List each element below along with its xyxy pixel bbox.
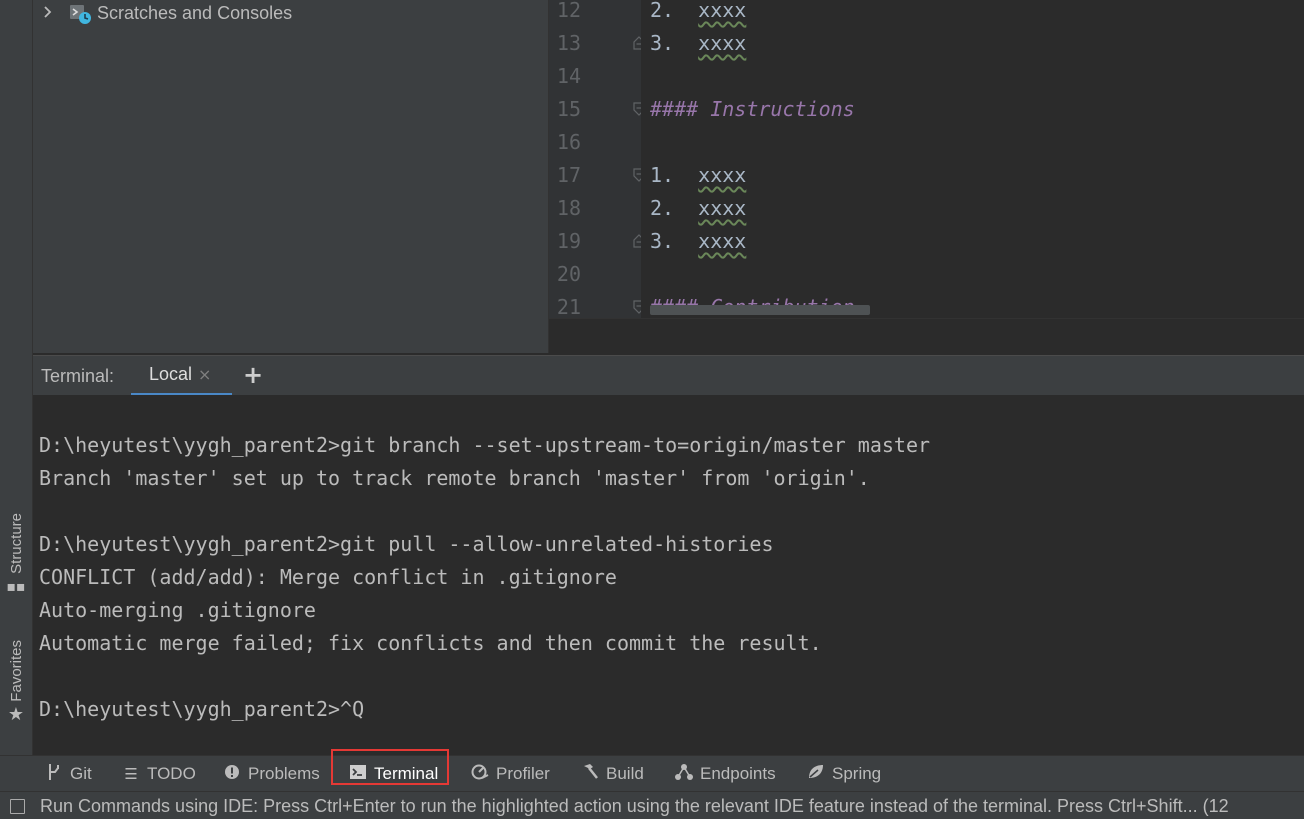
tool-window-label: Problems: [248, 764, 320, 783]
line-number: 14: [549, 60, 641, 93]
endpoints-icon: [674, 763, 694, 785]
add-terminal-tab-button[interactable]: +: [243, 356, 263, 396]
terminal-line: Branch 'master' set up to track remote b…: [39, 466, 870, 490]
profiler-icon: [470, 763, 490, 785]
line-number: 20: [549, 258, 641, 291]
window-toggle-icon[interactable]: [10, 798, 25, 814]
line-number: 15: [549, 93, 645, 126]
terminal-prompt-line: D:\heyutest\yygh_parent2>^Q: [39, 697, 365, 721]
tool-window-build[interactable]: Build: [580, 756, 644, 792]
line-number-text: 17: [556, 163, 581, 187]
terminal-tab-label: Local: [149, 364, 193, 384]
line-number: 13: [549, 27, 645, 60]
editor-right-margin: [1209, 0, 1304, 318]
tool-window-bar: Git ☰ TODO Problems Terminal Profiler Bu…: [0, 755, 1304, 792]
favorites-tab-label: Favorites: [7, 640, 25, 702]
editor-horizontal-scrollbar[interactable]: [650, 305, 870, 315]
code-line[interactable]: [641, 258, 1209, 291]
tool-window-label: Profiler: [496, 764, 550, 783]
line-number-text: 15: [556, 97, 581, 121]
tool-window-git[interactable]: Git: [44, 756, 92, 792]
code-line-text: 1. xxxx: [650, 163, 747, 187]
page-bottom-margin: [0, 819, 1304, 829]
code-editor[interactable]: 12 13 14 15 16 17 18 19 20 21 2. xxxx 3. xxxx #### …: [548, 0, 1304, 354]
editor-code-area[interactable]: 2. xxxx 3. xxxx #### Instructions 1. xxxx 2.…: [641, 0, 1209, 318]
spring-leaf-icon: [806, 763, 826, 785]
line-number-text: 20: [556, 262, 581, 286]
terminal-title: Terminal:: [41, 366, 115, 386]
tool-window-label: Git: [70, 764, 92, 783]
code-line[interactable]: 3. xxxx: [641, 27, 1209, 60]
status-bar: Run Commands using IDE: Press Ctrl+Enter…: [0, 791, 1304, 820]
code-line-text: 2. xxxx: [650, 0, 747, 22]
tool-window-problems[interactable]: Problems: [222, 756, 320, 792]
line-number-text: 16: [556, 130, 581, 154]
code-line-text: 2. xxxx: [650, 196, 747, 220]
terminal-line: Auto-merging .gitignore: [39, 598, 316, 622]
structure-tab-label: Structure: [7, 513, 25, 574]
list-icon: ☰: [124, 766, 138, 783]
code-line[interactable]: 1. xxxx: [641, 159, 1209, 192]
code-line-text: 3. xxxx: [650, 229, 747, 253]
git-branch-icon: [44, 763, 64, 785]
line-number: 16: [549, 126, 641, 159]
structure-icon: ▪▪: [6, 578, 26, 595]
tool-window-label: Build: [606, 764, 644, 783]
terminal-tab-local[interactable]: Local ×: [131, 356, 232, 396]
terminal-highlight-box: [331, 749, 449, 785]
line-number-text: 12: [556, 0, 581, 22]
code-line[interactable]: 2. xxxx: [641, 192, 1209, 225]
exclamation-icon: [222, 764, 242, 784]
code-line[interactable]: 3. xxxx: [641, 225, 1209, 258]
terminal-output[interactable]: D:\heyutest\yygh_parent2>git branch --se…: [33, 395, 1304, 755]
terminal-line: CONFLICT (add/add): Merge conflict in .g…: [39, 565, 617, 589]
tree-item-scratches[interactable]: Scratches and Consoles: [33, 0, 548, 26]
code-line[interactable]: [641, 60, 1209, 93]
editor-gutter: 12 13 14 15 16 17 18 19 20 21: [549, 0, 645, 319]
tool-window-label: Endpoints: [700, 764, 776, 783]
code-line[interactable]: #### Instructions: [641, 93, 1209, 126]
line-number-text: 18: [556, 196, 581, 220]
code-line[interactable]: 2. xxxx: [641, 0, 1209, 27]
code-line[interactable]: [641, 126, 1209, 159]
terminal-line: D:\heyutest\yygh_parent2>git pull --allo…: [39, 532, 774, 556]
terminal-line: Automatic merge failed; fix conflicts an…: [39, 631, 822, 655]
line-number: 17: [549, 159, 645, 192]
tool-window-spring[interactable]: Spring: [806, 756, 881, 792]
tool-window-label: TODO: [147, 764, 196, 783]
line-number-text: 19: [556, 229, 581, 253]
hammer-icon: [580, 763, 600, 785]
tool-window-todo[interactable]: ☰ TODO: [121, 756, 196, 792]
line-number-text: 14: [556, 64, 581, 88]
code-line-text: #### Instructions: [650, 97, 855, 121]
tree-item-label: Scratches and Consoles: [97, 2, 293, 23]
tool-window-label: Spring: [832, 764, 882, 783]
project-panel: Scratches and Consoles: [33, 0, 548, 353]
left-tool-strip: Structure ▪▪ Favorites ★: [0, 0, 33, 793]
tool-tab-favorites[interactable]: Favorites ★: [4, 640, 28, 725]
status-message[interactable]: Run Commands using IDE: Press Ctrl+Enter…: [40, 796, 1229, 817]
tool-window-endpoints[interactable]: Endpoints: [674, 756, 776, 792]
tool-window-profiler[interactable]: Profiler: [470, 756, 550, 792]
line-number: 18: [549, 192, 641, 225]
terminal-line: D:\heyutest\yygh_parent2>git branch --se…: [39, 433, 931, 457]
chevron-right-icon[interactable]: [43, 4, 57, 23]
tool-tab-structure[interactable]: Structure ▪▪: [4, 513, 28, 594]
editor-bottom-area: [549, 318, 1304, 354]
code-line-text: 3. xxxx: [650, 31, 747, 55]
line-number: 19: [549, 225, 645, 258]
star-icon: ★: [7, 703, 25, 725]
scratches-icon: [69, 3, 91, 24]
line-number: 12: [549, 0, 641, 27]
line-number-text: 13: [556, 31, 581, 55]
close-icon[interactable]: ×: [198, 365, 211, 384]
terminal-header: Terminal: Local × +: [33, 355, 1304, 396]
